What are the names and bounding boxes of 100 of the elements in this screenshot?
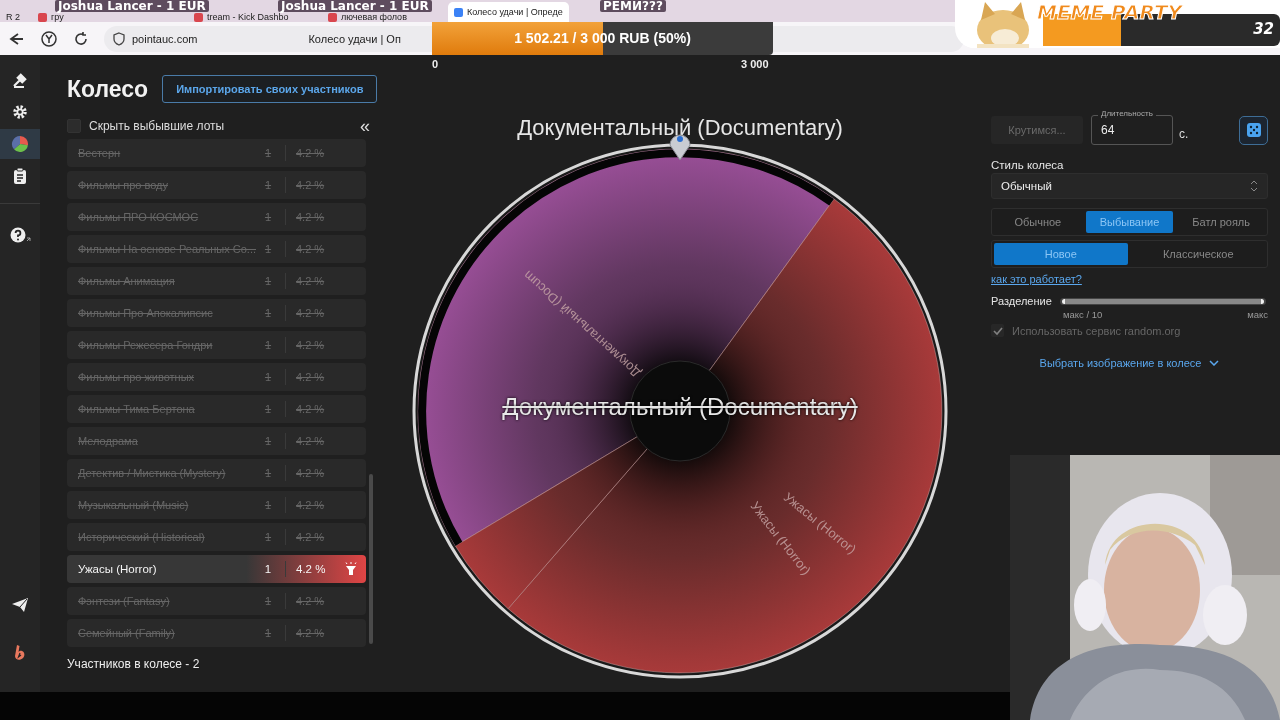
lot-row[interactable]: Ужасы (Horror) 1 4.2 % [67, 555, 366, 583]
paper-plane-icon[interactable] [11, 596, 29, 614]
lot-share: 4.2 % [296, 627, 326, 639]
image-picker-button[interactable]: Выбрать изображение в колесе [1033, 356, 1226, 370]
lot-count: 1 [263, 179, 273, 191]
lot-row[interactable]: Фильмы ПРО КОСМОС 1 4.2 % [67, 203, 366, 231]
lot-share: 4.2 % [296, 307, 326, 319]
lot-row[interactable]: Семейный (Family) 1 4.2 % [67, 619, 366, 647]
dice-button[interactable] [1239, 115, 1268, 145]
lot-share: 4.2 % [296, 147, 326, 159]
help-link[interactable]: как это работает? [991, 273, 1268, 285]
lot-name: Фэнтези (Fantasy) [78, 595, 171, 607]
dice-icon [1245, 122, 1262, 138]
lot-row[interactable]: Фильмы Про Апокалипсис 1 4.2 % [67, 299, 366, 327]
lot-row[interactable]: Фэнтези (Fantasy) 1 4.2 % [67, 587, 366, 615]
lot-name: Фильмы ПРО КОСМОС [78, 211, 200, 223]
favicon-icon [454, 7, 463, 17]
lot-share: 4.2 % [296, 275, 326, 287]
reload-icon[interactable] [72, 29, 90, 48]
lot-share: 4.2 % [296, 339, 326, 351]
segment-button[interactable]: Обычное [994, 211, 1082, 233]
favicon-icon [194, 12, 203, 22]
lot-name: Мелодрама [78, 435, 139, 447]
lot-count: 1 [263, 339, 273, 351]
gavel-icon [11, 71, 29, 89]
lot-row[interactable]: Фильмы Анимация 1 4.2 % [67, 267, 366, 295]
lot-name: Фильмы Тима Бертона [78, 403, 196, 415]
pie-chart-icon [11, 135, 29, 153]
field-label: Длительность [1098, 109, 1156, 118]
help-icon [9, 226, 31, 244]
lot-share: 4.2 % [296, 595, 326, 607]
lot-share: 4.2 % [296, 531, 326, 543]
browser-tab[interactable]: лючевая фолов [324, 12, 444, 22]
lot-name: Фильмы про воду [78, 179, 169, 191]
lot-row[interactable]: Фильмы Режесера Гондри 1 4.2 % [67, 331, 366, 359]
alert-text: Joshua Lancer - 1 EUR [278, 0, 432, 12]
lot-share: 4.2 % [296, 179, 326, 191]
segment-button[interactable]: Выбывание [1085, 211, 1174, 233]
chevron-down-icon [1209, 360, 1220, 366]
alert-text: Joshua Lancer - 1 EUR [55, 0, 209, 12]
lot-name: Фильмы Режесера Гондри [78, 339, 214, 351]
lot-name: Фильмы про животных [78, 371, 196, 383]
lot-count: 1 [263, 435, 273, 447]
browser-tab[interactable]: R 2 [2, 12, 30, 22]
lot-row[interactable]: Фильмы На основе Реальных Со... 1 4.2 % [67, 235, 366, 263]
lot-share: 4.2 % [296, 403, 326, 415]
banner-count: 32 [1253, 20, 1274, 38]
lot-count: 1 [263, 371, 273, 383]
scrollbar[interactable] [369, 474, 373, 644]
lot-share: 4.2 % [296, 243, 326, 255]
lot-count: 1 [263, 499, 273, 511]
lot-share: 4.2 % [296, 467, 326, 479]
clipboard-icon [11, 167, 29, 185]
winner-text: Документальный (Documentary) [501, 393, 859, 421]
unit-label: с. [1179, 127, 1189, 141]
lot-share: 4.2 % [296, 499, 326, 511]
lot-row[interactable]: Фильмы про животных 1 4.2 % [67, 363, 366, 391]
lot-row[interactable]: Вестерн 1 4.2 % [67, 139, 366, 167]
favicon-icon [328, 12, 337, 22]
style-select[interactable]: Обычный [991, 173, 1268, 199]
url-text: pointauc.com [132, 32, 198, 45]
lot-row[interactable]: Исторический (Historical) 1 4.2 % [67, 523, 366, 551]
lot-share: 4.2 % [296, 371, 326, 383]
slider-tick-label: макс [1247, 309, 1268, 320]
lot-count: 1 [263, 467, 273, 479]
lot-count: 1 [263, 563, 273, 575]
lot-count: 1 [263, 595, 273, 607]
collapse-button[interactable]: « [356, 118, 374, 134]
sort-caret-icon [1250, 180, 1258, 192]
browser-tab[interactable]: tream - Kick Dashbo [190, 12, 320, 22]
page-title: Колесо удачи | Оп [308, 32, 401, 45]
segment-button[interactable]: Классическое [1131, 243, 1265, 265]
slider-label: Разделение [991, 295, 1052, 307]
lot-count: 1 [263, 147, 273, 159]
lot-row[interactable]: Музыкальный (Music) 1 4.2 % [67, 491, 366, 519]
lot-share: 4.2 % [296, 563, 327, 575]
wheel-title: Документальный (Documentary) [517, 115, 843, 141]
segment-button[interactable]: Новое [994, 243, 1128, 265]
lot-row[interactable]: Фильмы про воду 1 4.2 % [67, 171, 366, 199]
lot-count: 1 [263, 627, 273, 639]
lot-row[interactable]: Детектив / Мистика (Mystery) 1 4.2 % [67, 459, 366, 487]
browser-tab[interactable]: Колесо удачи | Опреде [448, 2, 569, 22]
settings-icon [11, 103, 29, 121]
browser-tab[interactable]: гру [34, 12, 186, 22]
lot-count: 1 [263, 531, 273, 543]
browser-logo-icon[interactable] [40, 29, 58, 48]
lot-name: Фильмы На основе Реальных Со... [78, 243, 257, 255]
lot-name: Исторический (Historical) [78, 531, 206, 543]
lot-row[interactable]: Мелодрама 1 4.2 % [67, 427, 366, 455]
checkbox-label: Скрыть выбывшие лоты [89, 119, 226, 133]
participant-count: Участников в колесе - 2 [67, 657, 201, 671]
checkbox-label: Использовать сервис random.org [1012, 324, 1181, 337]
lot-count: 1 [263, 275, 273, 287]
lamp-icon [344, 562, 358, 576]
panel-title: Колесо [67, 75, 149, 103]
lot-row[interactable]: Фильмы Тима Бертона 1 4.2 % [67, 395, 366, 423]
import-button[interactable]: Импортировать своих участников [162, 75, 378, 103]
goal-tick-label: 3 000 [741, 58, 769, 70]
segment-button[interactable]: Батл рояль [1177, 211, 1265, 233]
lot-name: Детектив / Мистика (Mystery) [78, 467, 227, 479]
